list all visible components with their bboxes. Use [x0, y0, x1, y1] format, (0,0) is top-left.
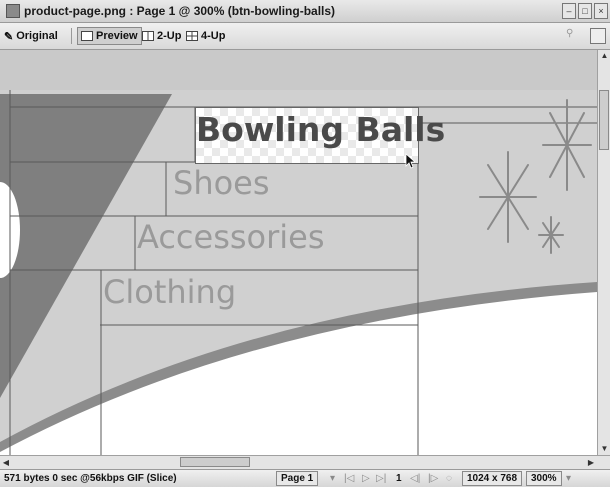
tab-original[interactable]: ✎ Original	[4, 28, 58, 44]
zoom-dropdown-icon[interactable]: ▾	[566, 473, 571, 484]
view-toolbar: ✎ Original Preview 2-Up 4-Up ⚲	[0, 23, 610, 50]
minimize-button[interactable]: –	[562, 3, 576, 19]
scroll-right-icon[interactable]: ▶	[585, 456, 597, 469]
nav-clothing[interactable]: Clothing	[103, 273, 236, 311]
prev-frame-icon[interactable]: ◁|	[410, 473, 420, 484]
vertical-scroll-thumb[interactable]	[599, 90, 609, 150]
horizontal-scroll-thumb[interactable]	[180, 457, 250, 467]
tab-4-up[interactable]: 4-Up	[186, 28, 225, 44]
horizontal-scrollbar[interactable]: ◀ ▶	[0, 455, 610, 469]
four-up-icon	[186, 31, 198, 41]
tab-2-up[interactable]: 2-Up	[142, 28, 181, 44]
close-button[interactable]: ×	[594, 3, 608, 19]
nav-shoes[interactable]: Shoes	[173, 164, 270, 202]
file-info: 571 bytes 0 sec @56kbps GIF (Slice)	[4, 473, 177, 484]
export-preview-icon[interactable]: ⚲	[566, 28, 580, 42]
current-frame: 1	[396, 473, 402, 484]
scroll-up-icon[interactable]: ▲	[598, 50, 610, 62]
zoom-level[interactable]: 300%	[526, 471, 562, 486]
tab-preview-label: Preview	[96, 30, 138, 42]
tab-preview[interactable]: Preview	[77, 27, 142, 45]
vertical-scrollbar[interactable]: ▲ ▼	[597, 50, 610, 455]
nav-accessories[interactable]: Accessories	[137, 218, 325, 256]
status-bar: 571 bytes 0 sec @56kbps GIF (Slice) Page…	[0, 469, 610, 487]
page-setup-icon[interactable]	[590, 28, 606, 44]
two-up-icon	[142, 31, 154, 41]
title-bar[interactable]: product-page.png : Page 1 @ 300% (btn-bo…	[0, 0, 610, 23]
first-frame-icon[interactable]: |◁	[344, 473, 354, 484]
preview-icon	[81, 31, 93, 41]
scroll-left-icon[interactable]: ◀	[0, 456, 12, 469]
pencil-icon: ✎	[4, 30, 14, 43]
page-selector[interactable]: Page 1	[276, 471, 319, 486]
last-frame-icon[interactable]: ▷|	[376, 473, 386, 484]
tab-2-up-label: 2-Up	[157, 30, 182, 42]
canvas-size[interactable]: 1024 x 768	[462, 471, 523, 486]
next-frame-icon[interactable]: |▷	[428, 473, 438, 484]
cursor-icon	[405, 153, 415, 169]
tab-original-label: Original	[16, 30, 58, 42]
fireworks-document-window: product-page.png : Page 1 @ 300% (btn-bo…	[0, 0, 610, 487]
document-icon	[6, 4, 20, 18]
page-dropdown-icon[interactable]: ▾	[330, 473, 335, 484]
window-title: product-page.png : Page 1 @ 300% (btn-bo…	[24, 4, 336, 18]
tab-4-up-label: 4-Up	[201, 30, 226, 42]
play-icon[interactable]: ▷	[362, 473, 370, 484]
nav-bowling-balls[interactable]: Bowling Balls	[196, 110, 445, 149]
document-canvas[interactable]: Bowling Balls Shoes Accessories Clothing	[0, 50, 597, 455]
loop-icon[interactable]: ◌	[446, 473, 452, 484]
scroll-down-icon[interactable]: ▼	[598, 443, 610, 455]
maximize-button[interactable]: □	[578, 3, 592, 19]
